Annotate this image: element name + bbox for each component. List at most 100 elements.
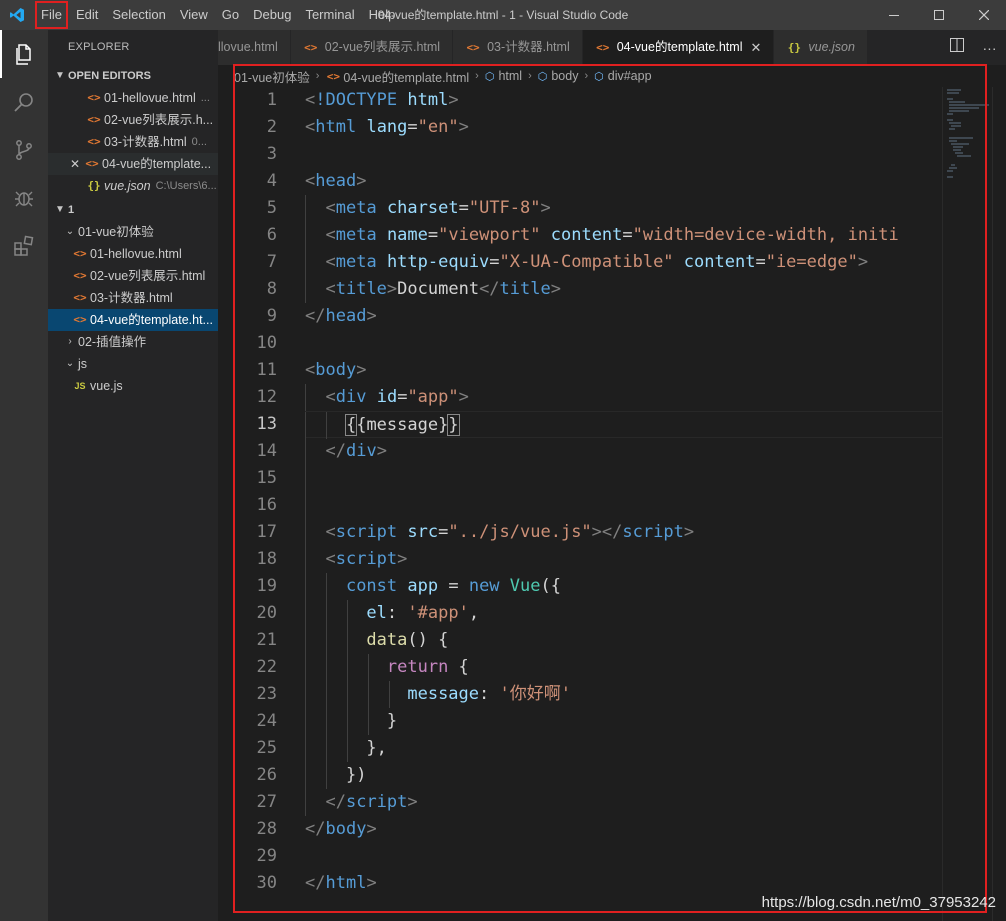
- code-line: </head>: [305, 306, 377, 326]
- line-number: 15: [256, 468, 277, 488]
- tab-vue-json[interactable]: {} vue.json: [774, 30, 868, 65]
- explorer-icon[interactable]: [0, 30, 48, 78]
- debug-icon[interactable]: [0, 174, 48, 222]
- file-item[interactable]: <> 01-hellovue.html: [48, 243, 218, 265]
- chevron-down-icon: ▼: [55, 204, 65, 215]
- line-number: 22: [256, 657, 277, 677]
- file-item-selected[interactable]: <> 04-vue的template.ht...: [48, 309, 218, 331]
- explorer-title: EXPLORER: [68, 41, 130, 53]
- extensions-icon[interactable]: [0, 222, 48, 270]
- file-item[interactable]: JS vue.js: [48, 375, 218, 397]
- line-number: 2: [266, 117, 277, 137]
- open-editor-item[interactable]: <> 03-计数器.html 0...: [48, 131, 218, 153]
- breadcrumb-body[interactable]: body: [551, 69, 578, 83]
- breadcrumb-folder[interactable]: 01-vue初体验: [234, 67, 310, 86]
- minimap[interactable]: [942, 87, 992, 921]
- menu-selection[interactable]: Selection: [105, 0, 172, 30]
- search-icon[interactable]: [0, 78, 48, 126]
- menu-edit[interactable]: Edit: [69, 0, 105, 30]
- menu-help[interactable]: Help: [362, 0, 403, 30]
- tab-label: 02-vue列表展示.html: [324, 40, 441, 54]
- line-number: 28: [256, 819, 277, 839]
- code-line: <head>: [305, 171, 367, 191]
- chevron-right-icon: ›: [584, 70, 589, 82]
- line-number: 30: [256, 873, 277, 893]
- close-tab-icon[interactable]: ✕: [750, 30, 761, 65]
- workspace-header[interactable]: ▼ 1: [48, 199, 218, 221]
- breadcrumb-file[interactable]: 04-vue的template.html: [343, 67, 469, 86]
- file-item[interactable]: <> 03-计数器.html: [48, 287, 218, 309]
- folder-item[interactable]: › 02-插值操作: [48, 331, 218, 353]
- element-icon: ⬡: [484, 70, 495, 83]
- menu-view[interactable]: View: [173, 0, 215, 30]
- code-line: const app = new Vue({: [305, 573, 945, 600]
- line-number: 11: [256, 360, 277, 380]
- chevron-down-icon: ⌄: [65, 358, 75, 369]
- tab-counter[interactable]: <> 03-计数器.html: [453, 30, 583, 65]
- code-line: </html>: [305, 873, 377, 893]
- html-file-icon: <>: [73, 247, 87, 260]
- line-number-current: 13: [256, 414, 277, 434]
- code-line: }: [305, 708, 945, 735]
- element-icon: ⬡: [537, 70, 548, 83]
- menu-debug[interactable]: Debug: [246, 0, 298, 30]
- line-number: 20: [256, 603, 277, 623]
- tab-label: 03-计数器.html: [487, 40, 570, 54]
- code-line: <title>Document</title>: [305, 276, 945, 303]
- editor-tabs: llovue.html <> 02-vue列表展示.html <> 03-计数器…: [218, 30, 1006, 65]
- tab-list-display[interactable]: <> 02-vue列表展示.html: [290, 30, 454, 65]
- tab-template[interactable]: <> 04-vue的template.html ✕: [582, 30, 775, 65]
- open-editor-item-active[interactable]: ✕ <> 04-vue的template...: [48, 153, 218, 175]
- html-file-icon: <>: [304, 41, 318, 54]
- open-editors-header[interactable]: ▼ OPEN EDITORS: [48, 65, 218, 87]
- vertical-scrollbar[interactable]: [992, 87, 1006, 921]
- split-editor-icon[interactable]: [949, 38, 964, 57]
- minimize-button[interactable]: [871, 0, 916, 30]
- tab-label: vue.json: [808, 40, 855, 54]
- open-editor-item[interactable]: {} vue.json C:\Users\6...: [48, 175, 218, 197]
- folder-item[interactable]: ⌄ 01-vue初体验: [48, 221, 218, 243]
- open-editor-item[interactable]: <> 02-vue列表展示.h...: [48, 109, 218, 131]
- line-number: 1: [266, 90, 277, 110]
- maximize-button[interactable]: [916, 0, 961, 30]
- close-window-button[interactable]: [961, 0, 1006, 30]
- open-editor-name: 03-计数器.html: [104, 135, 187, 149]
- line-number-gutter: 1 2 3 4 5 6 7 8 9 10 11 12 13 14 15 16 1…: [218, 87, 280, 897]
- open-editor-desc: ...: [200, 92, 210, 104]
- file-item[interactable]: <> 02-vue列表展示.html: [48, 265, 218, 287]
- open-editors-label: OPEN EDITORS: [68, 70, 151, 82]
- folder-item[interactable]: ⌄ js: [48, 353, 218, 375]
- breadcrumb-div[interactable]: div#app: [608, 69, 652, 83]
- code-line: message: '你好啊': [305, 681, 945, 708]
- close-editor-icon[interactable]: ✕: [66, 153, 84, 175]
- line-number: 16: [256, 495, 277, 515]
- open-editor-name: vue.json: [104, 179, 151, 193]
- html-file-icon: <>: [73, 291, 87, 304]
- chevron-right-icon: ›: [475, 70, 479, 82]
- menu-terminal[interactable]: Terminal: [298, 0, 361, 30]
- line-number: 6: [266, 225, 277, 245]
- file-name: vue.js: [90, 379, 123, 393]
- tab-hellovue[interactable]: llovue.html: [218, 30, 291, 65]
- menu-file[interactable]: File: [34, 0, 69, 30]
- chevron-down-icon: ⌄: [65, 226, 75, 237]
- line-number: 27: [256, 792, 277, 812]
- menu-bar: File Edit Selection View Go Debug Termin…: [34, 0, 402, 30]
- more-actions-icon[interactable]: ···: [983, 40, 997, 56]
- breadcrumb-html[interactable]: html: [498, 69, 522, 83]
- code-line: </body>: [305, 819, 377, 839]
- html-file-icon: <>: [596, 41, 610, 54]
- source-control-icon[interactable]: [0, 126, 48, 174]
- code-line: <body>: [305, 360, 367, 380]
- code-line: data() {: [305, 627, 945, 654]
- menu-go[interactable]: Go: [215, 0, 246, 30]
- activity-bar: [0, 30, 48, 921]
- line-number: 3: [266, 144, 277, 164]
- line-number: 7: [266, 252, 277, 272]
- html-file-icon: <>: [87, 91, 101, 104]
- code-editor[interactable]: 1 2 3 4 5 6 7 8 9 10 11 12 13 14 15 16 1…: [218, 87, 1006, 921]
- open-editor-item[interactable]: <> 01-hellovue.html ...: [48, 87, 218, 109]
- line-number: 5: [266, 198, 277, 218]
- line-number: 8: [266, 279, 277, 299]
